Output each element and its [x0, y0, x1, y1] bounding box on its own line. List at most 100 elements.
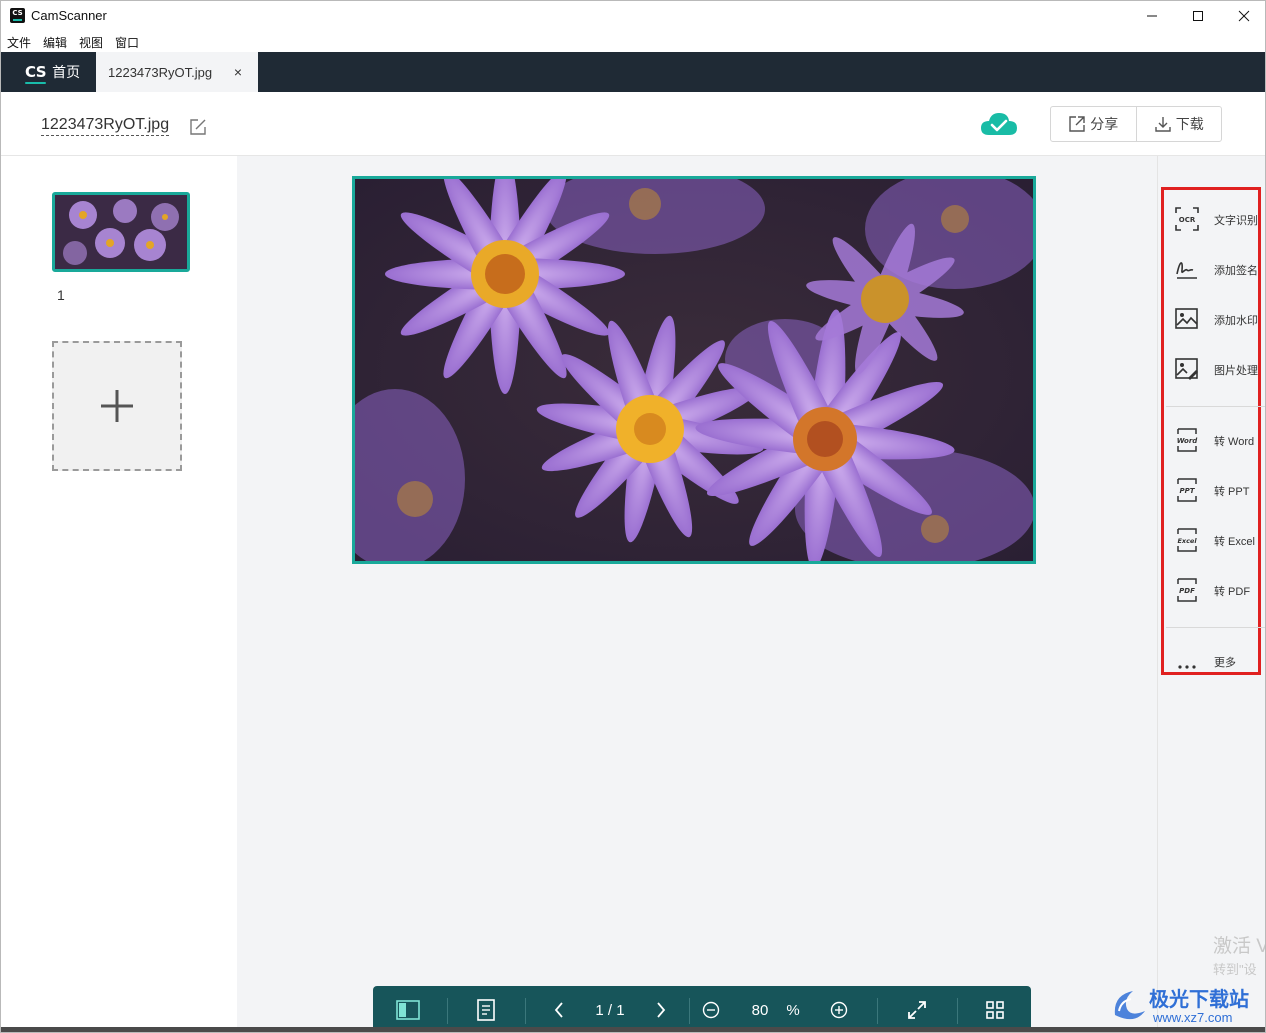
- app-logo-icon: CS: [10, 8, 25, 23]
- chevron-left-icon: [554, 1002, 563, 1018]
- tool-ocr-label: 文字识别: [1214, 215, 1258, 227]
- tool-signature-label: 添加签名: [1214, 265, 1258, 277]
- tool-more-label: 更多: [1214, 657, 1236, 669]
- image-edit-icon: [1175, 358, 1198, 380]
- zoom-out-button[interactable]: [695, 986, 727, 1032]
- cloud-synced-icon[interactable]: [979, 110, 1019, 138]
- tool-to-excel[interactable]: Excel 转 Excel: [1172, 521, 1265, 561]
- share-button[interactable]: 分享: [1051, 107, 1136, 141]
- bottom-toolbar: 1 / 1 80 %: [373, 986, 1031, 1032]
- tool-to-word-label: 转 Word: [1214, 436, 1255, 448]
- svg-text:Word: Word: [1177, 437, 1199, 445]
- share-download-group: 分享 下载: [1050, 106, 1222, 142]
- site-url: www.xz7.com: [1153, 1010, 1233, 1025]
- tab-document[interactable]: 1223473RyOT.jpg ×: [96, 52, 258, 92]
- tab-close-button[interactable]: ×: [234, 64, 242, 80]
- toolbar-separator: [689, 998, 690, 1024]
- toolbar-separator: [447, 998, 448, 1024]
- site-logo-icon: [1114, 991, 1145, 1020]
- tool-signature[interactable]: 添加签名: [1172, 250, 1265, 290]
- svg-text:PDF: PDF: [1179, 587, 1195, 595]
- tool-to-pdf-label: 转 PDF: [1214, 586, 1251, 598]
- tool-to-pdf[interactable]: PDF 转 PDF: [1172, 571, 1265, 611]
- fullscreen-button[interactable]: [899, 986, 935, 1032]
- expand-icon: [908, 1001, 926, 1019]
- menu-bar: 文件 编辑 视图 窗口: [1, 31, 145, 52]
- tools-divider: [1166, 627, 1265, 628]
- tool-watermark[interactable]: 添加水印: [1172, 300, 1265, 340]
- site-watermark-logo: 极光下载站 www.xz7.com: [1109, 981, 1264, 1031]
- window-bottom-strip: [1, 1027, 1265, 1032]
- page-indicator: 1 / 1: [595, 1001, 625, 1019]
- page-thumbnail[interactable]: [52, 192, 190, 272]
- tool-more[interactable]: 更多: [1172, 642, 1265, 682]
- minimize-icon: [1147, 15, 1157, 17]
- document-header: 1223473RyOT.jpg 分享 下载: [1, 92, 1265, 156]
- cs-logo-icon: CS: [25, 63, 47, 84]
- tool-image-process[interactable]: 图片处理: [1172, 350, 1265, 390]
- zoom-unit: %: [786, 1001, 800, 1019]
- zoom-in-icon: [830, 1001, 848, 1019]
- activate-windows-notice: 激活 V: [1213, 936, 1266, 957]
- site-name: 极光下载站: [1149, 987, 1249, 1011]
- excel-file-icon: Excel: [1177, 528, 1197, 552]
- flower-photo-image: [355, 179, 1033, 561]
- word-file-icon: Word: [1177, 428, 1199, 452]
- menu-view[interactable]: 视图: [73, 31, 109, 52]
- ppt-file-icon: PPT: [1177, 478, 1197, 502]
- close-icon: [1238, 10, 1250, 22]
- toolbar-separator: [525, 998, 526, 1024]
- toggle-sidebar-button[interactable]: [387, 986, 429, 1032]
- window-title: CamScanner: [31, 8, 107, 23]
- document-canvas: [237, 156, 1157, 1032]
- close-window-button[interactable]: [1221, 1, 1265, 31]
- single-page-view-button[interactable]: [465, 986, 507, 1032]
- svg-text:OCR: OCR: [1179, 216, 1196, 224]
- download-button[interactable]: 下载: [1135, 107, 1222, 141]
- tool-to-ppt-label: 转 PPT: [1214, 486, 1250, 498]
- previous-page-button[interactable]: [543, 986, 575, 1032]
- share-icon: [1069, 116, 1085, 132]
- ocr-icon: OCR: [1175, 207, 1199, 231]
- menu-edit[interactable]: 编辑: [37, 31, 73, 52]
- tool-image-process-label: 图片处理: [1214, 365, 1258, 377]
- tab-home[interactable]: CS 首页: [1, 52, 96, 92]
- tools-panel: OCR 文字识别 添加签名 添加水印 图片处理 Word 转 Word PPT …: [1157, 156, 1266, 1032]
- zoom-in-button[interactable]: [823, 986, 855, 1032]
- grid-icon: [986, 1001, 1004, 1019]
- signature-icon: [1176, 262, 1197, 279]
- menu-window[interactable]: 窗口: [109, 31, 145, 52]
- tool-to-ppt[interactable]: PPT 转 PPT: [1172, 471, 1265, 511]
- svg-text:Excel: Excel: [1177, 537, 1197, 545]
- watermark-image-icon: [1175, 308, 1198, 329]
- minimize-button[interactable]: [1129, 1, 1175, 31]
- page-view-icon: [477, 999, 495, 1021]
- toolbar-separator: [877, 998, 878, 1024]
- document-page-image[interactable]: [352, 176, 1036, 564]
- plus-icon: [101, 390, 133, 422]
- rename-edit-icon[interactable]: [189, 118, 207, 136]
- download-label: 下载: [1175, 116, 1204, 132]
- zoom-value[interactable]: 80: [743, 986, 777, 1032]
- toolbar-separator: [957, 998, 958, 1024]
- share-label: 分享: [1090, 116, 1119, 132]
- document-name[interactable]: 1223473RyOT.jpg: [41, 116, 170, 136]
- grid-view-button[interactable]: [977, 986, 1013, 1032]
- title-bar: CS CamScanner: [1, 1, 1265, 31]
- tool-to-excel-label: 转 Excel: [1214, 536, 1255, 548]
- thumbnail-flower-image: [55, 195, 187, 269]
- add-page-button[interactable]: [52, 341, 182, 471]
- page-number-label: 1: [57, 287, 65, 303]
- zoom-out-icon: [702, 1001, 720, 1019]
- svg-text:PPT: PPT: [1179, 487, 1195, 495]
- pdf-file-icon: PDF: [1177, 578, 1197, 602]
- menu-file[interactable]: 文件: [1, 31, 37, 52]
- thumbnail-panel: 1: [1, 156, 237, 1032]
- tool-ocr[interactable]: OCR 文字识别: [1172, 200, 1265, 240]
- tool-to-word[interactable]: Word 转 Word: [1172, 421, 1265, 461]
- app-window: CS CamScanner 文件 编辑 视图 窗口 CS 首页 1223473R…: [0, 0, 1266, 1033]
- maximize-button[interactable]: [1175, 1, 1221, 31]
- more-dots-icon: [1178, 665, 1196, 669]
- next-page-button[interactable]: [645, 986, 677, 1032]
- activate-windows-subnotice: 转到"设: [1213, 962, 1257, 977]
